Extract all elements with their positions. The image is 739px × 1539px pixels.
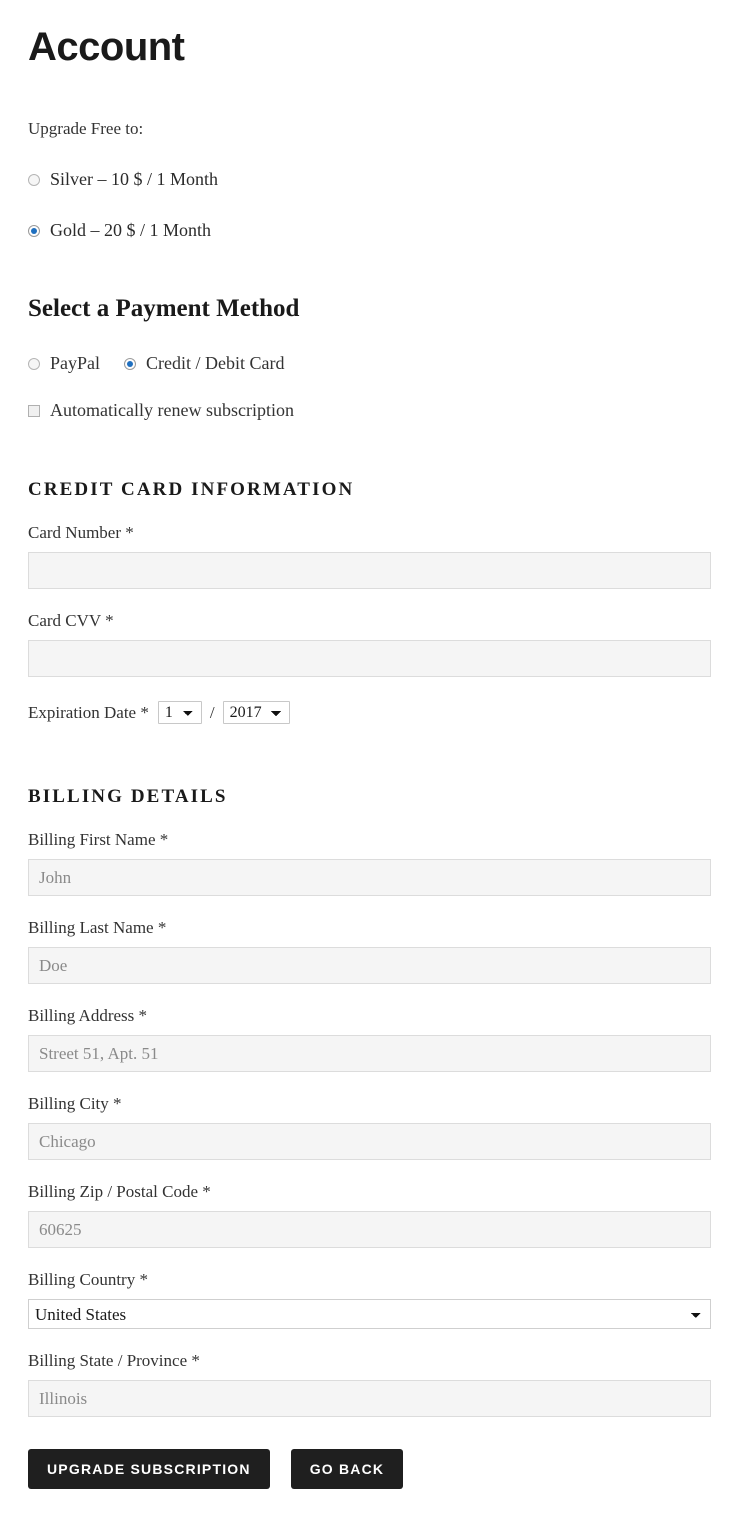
label-expiration-date: Expiration Date *: [28, 702, 149, 722]
payment-method-options: PayPal Credit / Debit Card: [28, 353, 711, 374]
billing-section-heading: Billing Details: [28, 786, 228, 807]
billing-city-input[interactable]: [28, 1123, 711, 1160]
billing-address-input[interactable]: [28, 1035, 711, 1072]
label-card-number: Card Number *: [28, 523, 134, 542]
field-billing-state: Billing State / Province *: [28, 1351, 711, 1417]
billing-zip-input[interactable]: [28, 1211, 711, 1248]
plan-label-gold: Gold – 20 $ / 1 Month: [50, 220, 212, 240]
field-billing-country: Billing Country * United StatesCanadaUni…: [28, 1270, 711, 1329]
go-back-button[interactable]: Go Back: [290, 1449, 404, 1489]
field-billing-address: Billing Address *: [28, 1006, 711, 1072]
field-billing-last-name: Billing Last Name *: [28, 918, 711, 984]
checkbox-icon-auto-renew[interactable]: [28, 404, 40, 417]
billing-country-select[interactable]: United StatesCanadaUnited KingdomAustral…: [28, 1299, 711, 1329]
field-billing-city: Billing City *: [28, 1094, 711, 1160]
label-billing-country: Billing Country *: [28, 1270, 148, 1289]
auto-renew-label: Automatically renew subscription: [50, 400, 294, 420]
field-billing-first-name: Billing First Name *: [28, 830, 711, 896]
upgrade-subscription-button[interactable]: Upgrade Subscription: [28, 1449, 270, 1489]
billing-first-name-input[interactable]: [28, 859, 711, 896]
account-page: Account Upgrade Free to: Silver – 10 $ /…: [0, 0, 739, 1513]
field-expiration-date: Expiration Date * 123456789101112 / 2017…: [28, 701, 711, 724]
page-title: Account: [28, 25, 185, 69]
credit-card-section-heading: Credit Card Information: [28, 479, 355, 500]
field-card-number: Card Number *: [28, 523, 711, 589]
field-billing-zip: Billing Zip / Postal Code *: [28, 1182, 711, 1248]
label-billing-first-name: Billing First Name *: [28, 830, 169, 849]
plan-label-silver: Silver – 10 $ / 1 Month: [50, 169, 219, 189]
payment-option-credit-card[interactable]: Credit / Debit Card: [124, 353, 285, 374]
auto-renew-row[interactable]: Automatically renew subscription: [28, 400, 711, 421]
payment-option-paypal[interactable]: PayPal: [28, 353, 100, 374]
expiration-month-select[interactable]: 123456789101112: [157, 701, 202, 724]
label-billing-zip: Billing Zip / Postal Code *: [28, 1182, 211, 1201]
radio-icon-silver[interactable]: [28, 173, 40, 186]
payment-label-credit-card: Credit / Debit Card: [146, 353, 285, 373]
radio-icon-credit-card[interactable]: [124, 357, 137, 370]
upgrade-intro-text: Upgrade Free to:: [28, 119, 144, 138]
billing-state-input[interactable]: [28, 1380, 711, 1417]
label-billing-address: Billing Address *: [28, 1006, 148, 1025]
label-billing-city: Billing City *: [28, 1094, 122, 1113]
payment-method-heading: Select a Payment Method: [28, 295, 300, 322]
label-billing-state: Billing State / Province *: [28, 1351, 200, 1370]
form-actions: Upgrade Subscription Go Back: [28, 1449, 711, 1513]
field-card-cvv: Card CVV *: [28, 611, 711, 677]
plan-option-gold[interactable]: Gold – 20 $ / 1 Month: [28, 220, 711, 241]
card-number-input[interactable]: [28, 552, 711, 589]
radio-icon-gold[interactable]: [28, 224, 40, 237]
card-cvv-input[interactable]: [28, 640, 711, 677]
radio-icon-paypal[interactable]: [28, 357, 40, 370]
label-card-cvv: Card CVV *: [28, 611, 114, 630]
expiration-separator: /: [209, 702, 215, 722]
plan-option-silver[interactable]: Silver – 10 $ / 1 Month: [28, 169, 711, 190]
label-billing-last-name: Billing Last Name *: [28, 918, 167, 937]
billing-last-name-input[interactable]: [28, 947, 711, 984]
payment-label-paypal: PayPal: [50, 353, 101, 373]
expiration-year-select[interactable]: 2017201820192020202120222023202420252026: [222, 701, 290, 724]
